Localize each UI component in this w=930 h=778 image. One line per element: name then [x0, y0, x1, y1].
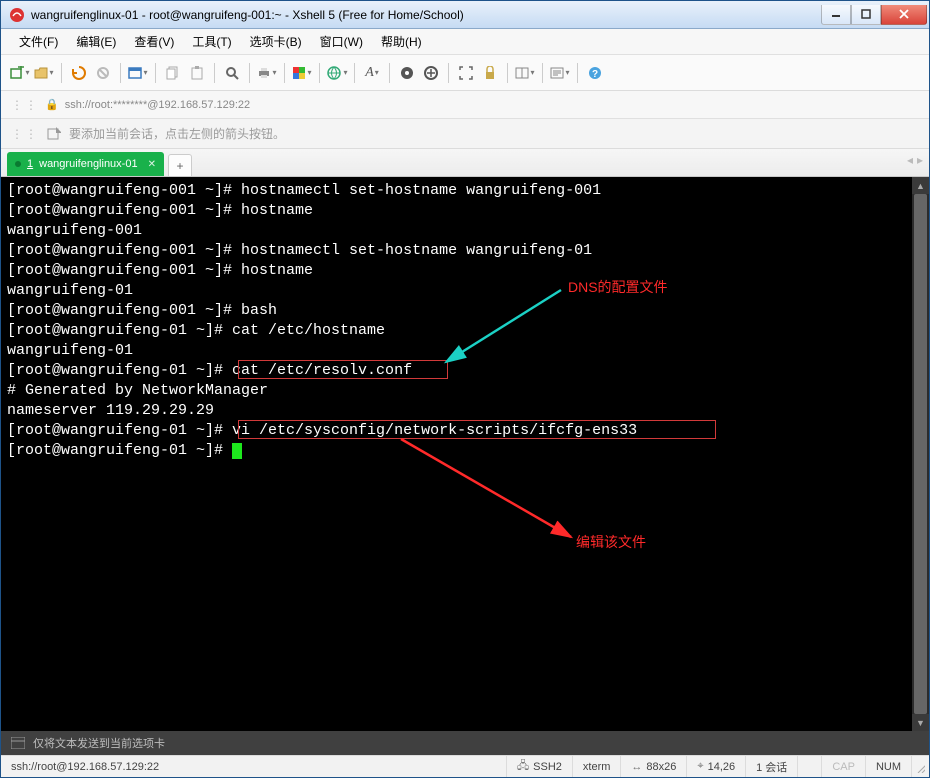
status-num: NUM [865, 756, 911, 777]
minimize-button[interactable] [821, 5, 851, 25]
scroll-up-icon[interactable]: ▲ [912, 177, 929, 194]
drag-handle-icon: ⋮⋮ [11, 127, 39, 141]
scroll-thumb[interactable] [914, 194, 927, 714]
statusbar: ssh://root@192.168.57.129:22 🖧SSH2 xterm… [1, 755, 929, 777]
svg-text:?: ? [592, 69, 598, 80]
close-button[interactable] [881, 5, 927, 25]
status-size: ↔88x26 [620, 756, 686, 777]
menu-file[interactable]: 文件(F) [11, 29, 66, 54]
xagent-button[interactable] [396, 62, 418, 84]
app-icon [9, 7, 25, 23]
scroll-down-icon[interactable]: ▼ [912, 714, 929, 731]
disconnect-button[interactable] [92, 62, 114, 84]
encoding-button[interactable] [326, 62, 348, 84]
tab-next-icon[interactable]: ▸ [917, 153, 923, 167]
annotation-edit: 编辑该文件 [576, 532, 646, 552]
help-button[interactable]: ? [584, 62, 606, 84]
status-term: xterm [572, 756, 621, 777]
new-session-button[interactable] [9, 62, 31, 84]
cursor [232, 443, 242, 459]
hint-text: 要添加当前会话，点击左侧的箭头按钮。 [69, 125, 285, 142]
tab-prev-icon[interactable]: ◂ [907, 153, 913, 167]
properties-button[interactable] [127, 62, 149, 84]
status-conn: ssh://root@192.168.57.129:22 [1, 756, 169, 777]
color-scheme-button[interactable] [291, 62, 313, 84]
fullscreen-button[interactable] [455, 62, 477, 84]
terminal[interactable]: [root@wangruifeng-001 ~]# hostnamectl se… [1, 177, 929, 731]
status-dot-icon [15, 161, 21, 167]
tabbar: 1 wangruifenglinux-01 ✕ + ◂ ▸ [1, 149, 929, 177]
size-icon: ↔ [631, 761, 642, 773]
menu-window[interactable]: 窗口(W) [312, 29, 371, 54]
layout-button[interactable] [514, 62, 536, 84]
font-button[interactable]: A [361, 62, 383, 84]
script-button[interactable] [549, 62, 571, 84]
add-tab-button[interactable]: + [168, 154, 192, 176]
status-pos: ⌖14,26 [686, 756, 745, 777]
lock-icon: 🔒 [45, 98, 59, 111]
add-session-icon[interactable] [47, 127, 61, 141]
hintbar: ⋮⋮ 要添加当前会话，点击左侧的箭头按钮。 [1, 119, 929, 149]
xftp-button[interactable] [420, 62, 442, 84]
print-button[interactable] [256, 62, 278, 84]
compose-bar[interactable]: 仅将文本发送到当前选项卡 [1, 731, 929, 755]
lock-button[interactable] [479, 62, 501, 84]
tab-index: 1 [27, 158, 33, 170]
addressbar: ⋮⋮ 🔒 ssh://root:********@192.168.57.129:… [1, 91, 929, 119]
address-text[interactable]: ssh://root:********@192.168.57.129:22 [65, 99, 250, 111]
copy-button[interactable] [162, 62, 184, 84]
compose-placeholder: 仅将文本发送到当前选项卡 [33, 735, 165, 751]
menu-tools[interactable]: 工具(T) [184, 29, 239, 54]
maximize-button[interactable] [851, 5, 881, 25]
scrollbar[interactable]: ▲ ▼ [912, 177, 929, 731]
status-gap [797, 756, 821, 777]
paste-button[interactable] [186, 62, 208, 84]
titlebar: wangruifenglinux-01 - root@wangruifeng-0… [1, 1, 929, 29]
open-button[interactable] [33, 62, 55, 84]
toolbar: A ? [1, 55, 929, 91]
tab-close-icon[interactable]: ✕ [148, 159, 156, 170]
status-ssh: 🖧SSH2 [506, 756, 572, 777]
find-button[interactable] [221, 62, 243, 84]
window-title: wangruifenglinux-01 - root@wangruifeng-0… [31, 8, 821, 22]
session-tab[interactable]: 1 wangruifenglinux-01 ✕ [7, 152, 164, 176]
reconnect-button[interactable] [68, 62, 90, 84]
tab-label: wangruifenglinux-01 [39, 158, 137, 170]
ssh-icon: 🖧 [517, 757, 529, 776]
menu-edit[interactable]: 编辑(E) [68, 29, 124, 54]
menu-help[interactable]: 帮助(H) [373, 29, 430, 54]
menu-view[interactable]: 查看(V) [126, 29, 182, 54]
status-sessions: 1 会话 [745, 756, 797, 777]
terminal-output[interactable]: [root@wangruifeng-001 ~]# hostnamectl se… [1, 177, 929, 461]
drag-handle-icon: ⋮⋮ [11, 98, 39, 112]
cursor-pos-icon: ⌖ [697, 760, 703, 773]
tab-nav: ◂ ▸ [907, 153, 923, 167]
resize-grip-icon[interactable] [911, 756, 929, 777]
send-scope-icon[interactable] [11, 737, 25, 749]
menu-tabs[interactable]: 选项卡(B) [242, 29, 310, 54]
status-caps: CAP [821, 756, 865, 777]
menubar: 文件(F) 编辑(E) 查看(V) 工具(T) 选项卡(B) 窗口(W) 帮助(… [1, 29, 929, 55]
